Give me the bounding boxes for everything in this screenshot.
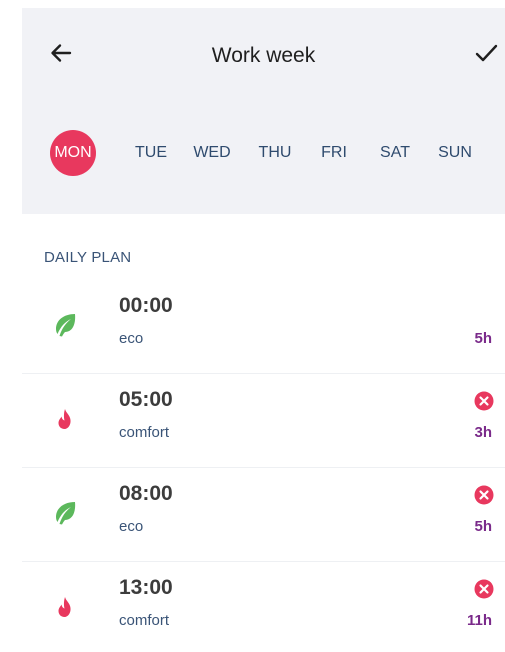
day-sun[interactable]: SUN	[430, 131, 480, 175]
plan-time: 13:00	[119, 576, 173, 599]
confirm-button[interactable]	[469, 36, 503, 70]
flame-icon	[58, 597, 71, 617]
close-circle-icon	[474, 485, 494, 505]
remove-button[interactable]	[474, 579, 494, 599]
plan-mode: comfort	[119, 612, 170, 629]
page-title: Work week	[211, 44, 316, 67]
leaf-icon	[56, 314, 76, 337]
plan-mode: eco	[119, 330, 144, 347]
plan-row[interactable]: 13:00 comfort 11h	[22, 562, 505, 652]
plan-mode: comfort	[119, 424, 170, 441]
day-tue[interactable]: TUE	[126, 131, 176, 175]
plan-row[interactable]: 00:00 eco 5h	[22, 280, 505, 374]
day-selector: MON TUE WED THU FRI SAT SUN	[40, 130, 472, 176]
leaf-icon	[56, 502, 76, 525]
plan-mode: eco	[119, 518, 144, 535]
plan-time: 00:00	[119, 294, 173, 317]
day-mon[interactable]: MON	[50, 130, 96, 176]
header: Work week	[22, 8, 505, 214]
day-thu[interactable]: THU	[250, 131, 300, 175]
plan-time: 08:00	[119, 482, 173, 505]
day-wed[interactable]: WED	[186, 131, 238, 175]
plan-time: 05:00	[119, 388, 173, 411]
flame-icon	[58, 409, 71, 429]
close-circle-icon	[474, 579, 494, 599]
check-icon	[475, 44, 498, 62]
day-sat[interactable]: SAT	[370, 131, 420, 175]
plan-duration: 5h	[474, 330, 492, 347]
plan-row[interactable]: 08:00 eco 5h	[22, 468, 505, 562]
plan-duration: 5h	[474, 518, 492, 535]
day-fri[interactable]: FRI	[312, 131, 356, 175]
close-circle-icon	[474, 391, 494, 411]
remove-button[interactable]	[474, 485, 494, 505]
section-label-daily-plan: DAILY PLAN	[44, 249, 132, 266]
plan-duration: 3h	[474, 424, 492, 441]
plan-row[interactable]: 05:00 comfort 3h	[22, 374, 505, 468]
plan-duration: 11h	[466, 612, 492, 629]
remove-button[interactable]	[474, 391, 494, 411]
